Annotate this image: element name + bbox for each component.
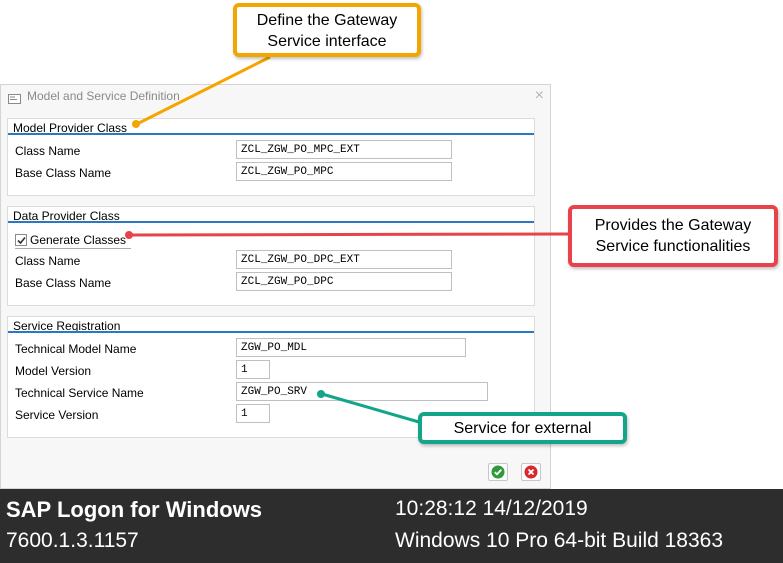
callout-service-external: Service for external (418, 412, 627, 444)
callout-define-interface: Define the Gateway Service interface (233, 3, 421, 57)
callout-line: Define the Gateway (256, 12, 398, 29)
callout-line: Service functionalities (595, 238, 751, 255)
sap-logon-footer: SAP Logon for Windows 7600.1.3.1157 10:2… (0, 489, 783, 563)
callout-provides-functionalities: Provides the Gateway Service functionali… (568, 205, 778, 267)
datetime: 10:28:12 14/12/2019 (395, 497, 588, 520)
red-connector (125, 231, 569, 239)
app-name: SAP Logon for Windows (6, 497, 263, 522)
orange-connector (132, 55, 271, 128)
callout-line: Provides the Gateway (594, 217, 752, 234)
callout-line: Service interface (267, 33, 387, 50)
callout-line: Service for external (453, 420, 592, 437)
green-connector (317, 390, 420, 424)
app-version: 7600.1.3.1157 (6, 529, 139, 552)
callout-connectors (125, 55, 569, 424)
os-info: Windows 10 Pro 64-bit Build 18363 (395, 529, 724, 552)
